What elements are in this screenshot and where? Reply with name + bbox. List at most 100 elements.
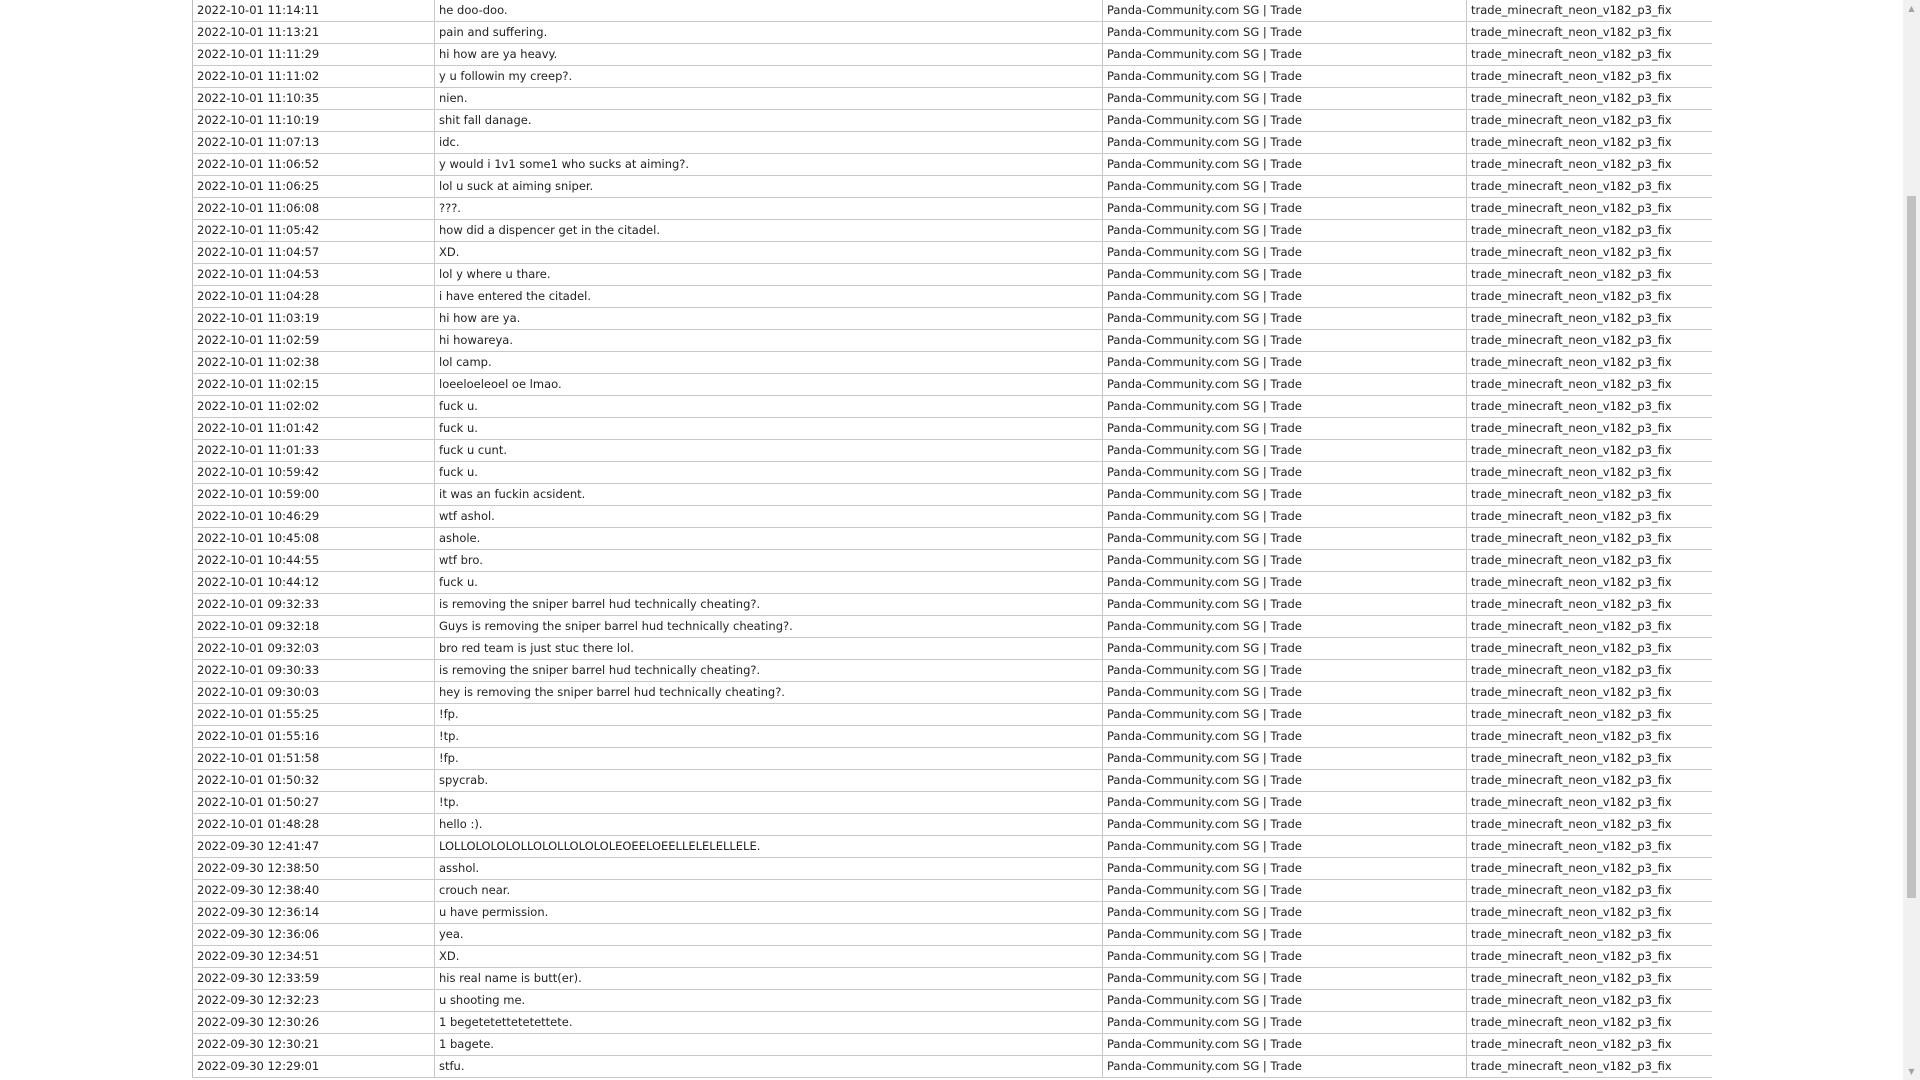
cell-message: bro red team is just stuc there lol.	[434, 637, 1103, 660]
table-row: 2022-10-01 10:44:55 wtf bro. Panda-Communi…	[192, 549, 1712, 572]
cell-message: is removing the sniper barrel hud techni…	[434, 593, 1103, 616]
cell-map: trade_minecraft_neon_v182_p3_fix	[1466, 725, 1712, 748]
cell-timestamp: 2022-10-01 11:01:42	[192, 417, 435, 440]
cell-server: Panda-Community.com SG | Trade	[1102, 901, 1467, 924]
table-row: 2022-10-01 11:06:52 y would i 1v1 some1 w…	[192, 153, 1712, 176]
cell-timestamp: 2022-10-01 11:13:21	[192, 21, 435, 44]
cell-message: hi how are ya heavy.	[434, 43, 1103, 66]
cell-map: trade_minecraft_neon_v182_p3_fix	[1466, 131, 1712, 154]
table-row: 2022-10-01 10:59:42 fuck u. Panda-Communit…	[192, 461, 1712, 484]
cell-message: loeeloeleoel oe lmao.	[434, 373, 1103, 396]
cell-map: trade_minecraft_neon_v182_p3_fix	[1466, 659, 1712, 682]
cell-map: trade_minecraft_neon_v182_p3_fix	[1466, 417, 1712, 440]
cell-message: u shooting me.	[434, 989, 1103, 1012]
scroll-down-arrow-icon[interactable]: ▼	[1903, 1063, 1920, 1080]
cell-message: wtf bro.	[434, 549, 1103, 572]
cell-map: trade_minecraft_neon_v182_p3_fix	[1466, 901, 1712, 924]
vertical-scrollbar[interactable]: ▲ ▼	[1903, 0, 1920, 1080]
cell-message: fuck u cunt.	[434, 439, 1103, 462]
cell-timestamp: 2022-10-01 11:11:29	[192, 43, 435, 66]
cell-timestamp: 2022-09-30 12:36:14	[192, 901, 435, 924]
cell-timestamp: 2022-09-30 12:41:47	[192, 835, 435, 858]
cell-message: idc.	[434, 131, 1103, 154]
table-row: 2022-10-01 01:55:25 !fp. Panda-Community.c…	[192, 703, 1712, 726]
cell-server: Panda-Community.com SG | Trade	[1102, 857, 1467, 880]
cell-map: trade_minecraft_neon_v182_p3_fix	[1466, 879, 1712, 902]
cell-map: trade_minecraft_neon_v182_p3_fix	[1466, 0, 1712, 22]
cell-message: how did a dispencer get in the citadel.	[434, 219, 1103, 242]
cell-message: hi howareya.	[434, 329, 1103, 352]
table-row: 2022-10-01 09:30:03 hey is removing the s…	[192, 681, 1712, 704]
cell-timestamp: 2022-10-01 11:05:42	[192, 219, 435, 242]
cell-map: trade_minecraft_neon_v182_p3_fix	[1466, 87, 1712, 110]
cell-timestamp: 2022-10-01 11:01:33	[192, 439, 435, 462]
cell-timestamp: 2022-09-30 12:38:50	[192, 857, 435, 880]
cell-message: 1 begetetettetetettete.	[434, 1011, 1103, 1034]
cell-map: trade_minecraft_neon_v182_p3_fix	[1466, 1011, 1712, 1034]
cell-map: trade_minecraft_neon_v182_p3_fix	[1466, 329, 1712, 352]
cell-timestamp: 2022-10-01 10:59:00	[192, 483, 435, 506]
cell-timestamp: 2022-10-01 09:32:33	[192, 593, 435, 616]
cell-map: trade_minecraft_neon_v182_p3_fix	[1466, 505, 1712, 528]
cell-timestamp: 2022-09-30 12:29:01	[192, 1055, 435, 1078]
table-row: 2022-10-01 11:10:19 shit fall danage. Pand…	[192, 109, 1712, 132]
cell-server: Panda-Community.com SG | Trade	[1102, 1033, 1467, 1056]
cell-server: Panda-Community.com SG | Trade	[1102, 175, 1467, 198]
cell-map: trade_minecraft_neon_v182_p3_fix	[1466, 153, 1712, 176]
cell-map: trade_minecraft_neon_v182_p3_fix	[1466, 747, 1712, 770]
table-row: 2022-10-01 10:44:12 fuck u. Panda-Communit…	[192, 571, 1712, 594]
cell-map: trade_minecraft_neon_v182_p3_fix	[1466, 703, 1712, 726]
cell-message: yea.	[434, 923, 1103, 946]
cell-map: trade_minecraft_neon_v182_p3_fix	[1466, 461, 1712, 484]
cell-server: Panda-Community.com SG | Trade	[1102, 87, 1467, 110]
cell-server: Panda-Community.com SG | Trade	[1102, 351, 1467, 374]
cell-server: Panda-Community.com SG | Trade	[1102, 615, 1467, 638]
cell-message: XD.	[434, 945, 1103, 968]
cell-message: nien.	[434, 87, 1103, 110]
table-row: 2022-10-01 11:05:42 how did a dispencer g…	[192, 219, 1712, 242]
cell-timestamp: 2022-10-01 11:02:02	[192, 395, 435, 418]
cell-timestamp: 2022-10-01 09:32:18	[192, 615, 435, 638]
cell-map: trade_minecraft_neon_v182_p3_fix	[1466, 263, 1712, 286]
cell-map: trade_minecraft_neon_v182_p3_fix	[1466, 197, 1712, 220]
cell-server: Panda-Community.com SG | Trade	[1102, 153, 1467, 176]
table-row: 2022-09-30 12:38:50 asshol. Panda-Communit…	[192, 857, 1712, 880]
cell-timestamp: 2022-10-01 10:45:08	[192, 527, 435, 550]
cell-map: trade_minecraft_neon_v182_p3_fix	[1466, 989, 1712, 1012]
cell-message: is removing the sniper barrel hud techni…	[434, 659, 1103, 682]
cell-map: trade_minecraft_neon_v182_p3_fix	[1466, 65, 1712, 88]
cell-server: Panda-Community.com SG | Trade	[1102, 43, 1467, 66]
cell-timestamp: 2022-10-01 11:04:53	[192, 263, 435, 286]
table-row: 2022-09-30 12:30:26 1 begetetettetetettet…	[192, 1011, 1712, 1034]
cell-map: trade_minecraft_neon_v182_p3_fix	[1466, 483, 1712, 506]
table-row: 2022-10-01 11:02:02 fuck u. Panda-Communit…	[192, 395, 1712, 418]
cell-message: he doo-doo.	[434, 0, 1103, 22]
cell-timestamp: 2022-10-01 11:10:19	[192, 109, 435, 132]
scrollbar-thumb[interactable]	[1907, 196, 1916, 898]
cell-map: trade_minecraft_neon_v182_p3_fix	[1466, 175, 1712, 198]
cell-timestamp: 2022-10-01 09:30:03	[192, 681, 435, 704]
cell-timestamp: 2022-09-30 12:36:06	[192, 923, 435, 946]
cell-map: trade_minecraft_neon_v182_p3_fix	[1466, 439, 1712, 462]
table-row: 2022-10-01 10:46:29 wtf ashol. Panda-Commu…	[192, 505, 1712, 528]
cell-server: Panda-Community.com SG | Trade	[1102, 65, 1467, 88]
cell-server: Panda-Community.com SG | Trade	[1102, 747, 1467, 770]
cell-timestamp: 2022-10-01 10:44:55	[192, 549, 435, 572]
cell-map: trade_minecraft_neon_v182_p3_fix	[1466, 571, 1712, 594]
scroll-up-arrow-icon[interactable]: ▲	[1903, 0, 1920, 17]
table-row: 2022-10-01 01:55:16 !tp. Panda-Community.c…	[192, 725, 1712, 748]
cell-server: Panda-Community.com SG | Trade	[1102, 637, 1467, 660]
cell-timestamp: 2022-10-01 01:55:25	[192, 703, 435, 726]
cell-message: shit fall danage.	[434, 109, 1103, 132]
cell-server: Panda-Community.com SG | Trade	[1102, 593, 1467, 616]
table-row: 2022-10-01 11:02:15 loeeloeleoel oe lmao.…	[192, 373, 1712, 396]
cell-message: fuck u.	[434, 417, 1103, 440]
cell-server: Panda-Community.com SG | Trade	[1102, 967, 1467, 990]
table-row: 2022-10-01 11:11:29 hi how are ya heavy. P…	[192, 43, 1712, 66]
cell-server: Panda-Community.com SG | Trade	[1102, 945, 1467, 968]
cell-map: trade_minecraft_neon_v182_p3_fix	[1466, 219, 1712, 242]
cell-map: trade_minecraft_neon_v182_p3_fix	[1466, 791, 1712, 814]
cell-message: LOLLOLOLOLOLLOLOLLOLOLOLEOEELOEELLELELEL…	[434, 835, 1103, 858]
cell-message: i have entered the citadel.	[434, 285, 1103, 308]
cell-server: Panda-Community.com SG | Trade	[1102, 791, 1467, 814]
